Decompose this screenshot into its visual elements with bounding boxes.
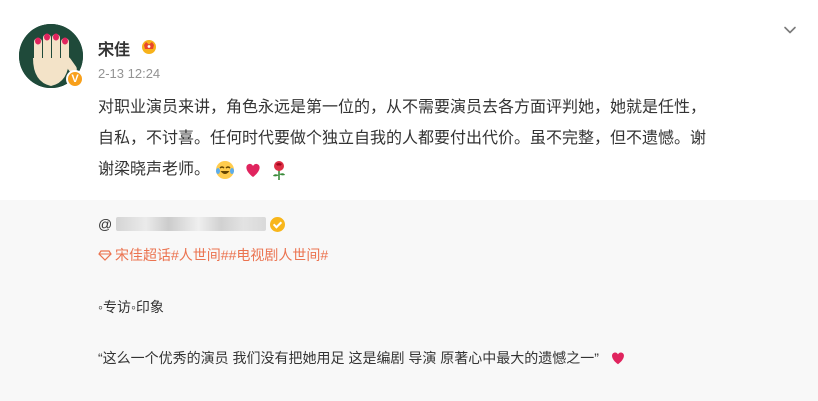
post-text-line: 自私，不讨喜。任何时代要做个独立自我的人都要付出代价。虽不完整，但不遗憾。谢 <box>98 130 707 147</box>
verified-badge: V <box>66 70 84 88</box>
mention-prefix: @ <box>98 216 113 232</box>
repost-author[interactable]: @ <box>98 216 286 232</box>
post-text-line-with-emoji: 谢梁晓声老师。 <box>98 154 788 185</box>
post-content: 对职业演员来讲，角色永远是第一位的，从不需要演员去各方面评判她，她就是任性， 自… <box>98 92 788 185</box>
repost-quote: “这么一个优秀的演员 我们没有把她用足 这是编剧 导演 原著心中最大的遗憾之一” <box>98 348 627 368</box>
laughing-tears-icon <box>216 160 235 179</box>
repost-subtitle: ◦专访◦印象 <box>98 299 164 315</box>
post-text-line: 谢梁晓声老师。 <box>98 161 211 178</box>
topic-links: 宋佳超话 #人世间# #电视剧人世间# <box>98 245 328 265</box>
quote-text: “这么一个优秀的演员 我们没有把她用足 这是编剧 导演 原著心中最大的遗憾之一” <box>98 350 599 366</box>
reposted-content[interactable]: @ 宋佳超话 #人世间# #电视剧人世间# ◦专访◦印象 “这么一个优秀的演员 … <box>0 200 818 401</box>
hashtag-link[interactable]: #人世间# <box>171 245 229 265</box>
hashtag-link[interactable]: #电视剧人世间# <box>229 245 329 265</box>
post-text-line: 对职业演员来讲，角色永远是第一位的，从不需要演员去各方面评判她，她就是任性， <box>98 99 707 116</box>
rose-icon <box>273 160 286 180</box>
supertopic-link[interactable]: 宋佳超话 <box>115 245 171 265</box>
red-heart-icon <box>611 352 624 365</box>
chevron-down-icon[interactable] <box>782 22 798 38</box>
author-name[interactable]: 宋佳 <box>98 36 130 60</box>
crown-icon[interactable] <box>140 37 158 55</box>
blurred-username <box>116 217 267 231</box>
red-heart-icon <box>246 163 260 177</box>
post-timestamp[interactable]: 2-13 12:24 <box>98 66 160 81</box>
verified-check-icon <box>270 216 286 232</box>
diamond-icon <box>98 250 112 261</box>
weibo-post: V 宋佳 2-13 12:24 对职业演员来讲，角色永远是第一位的，从不需要演员… <box>0 0 818 200</box>
